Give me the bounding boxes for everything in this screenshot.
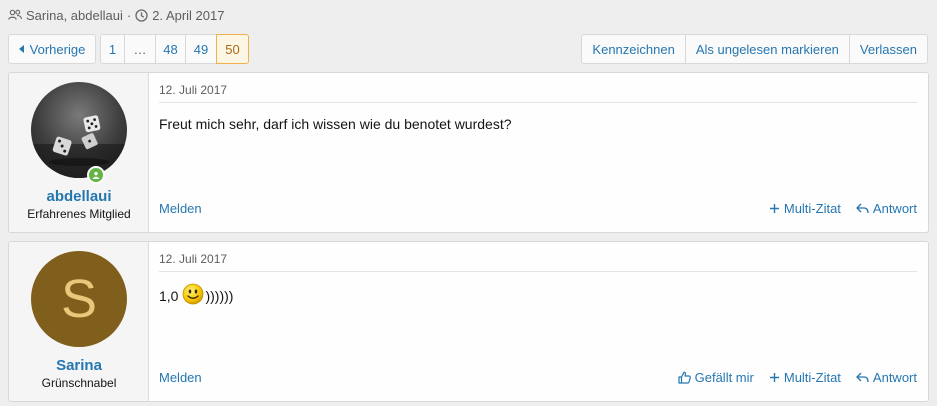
page-link-50-current[interactable]: 50	[216, 34, 249, 64]
post-date[interactable]: 12. Juli 2017	[159, 83, 917, 103]
page-jump-ellipsis[interactable]: …	[124, 34, 156, 64]
post-date[interactable]: 12. Juli 2017	[159, 252, 917, 272]
post-user-cell: S Sarina Grünschnabel	[9, 242, 149, 401]
previous-page-button[interactable]: Vorherige	[8, 34, 96, 64]
reply-label: Antwort	[872, 201, 917, 216]
clock-icon	[135, 8, 148, 22]
post-text-after: ))))))	[205, 288, 234, 304]
mark-unread-button[interactable]: Als ungelesen markieren	[684, 34, 850, 64]
thumbs-up-icon	[678, 371, 691, 384]
mark-thread-button[interactable]: Kennzeichnen	[581, 34, 686, 64]
pagination: Vorherige 1 … 48 49 50	[8, 34, 249, 64]
multi-quote-button[interactable]: Multi-Zitat	[769, 201, 841, 216]
post-content: 12. Juli 2017 1,0 )))))) Melden Gefällt …	[149, 242, 928, 401]
post: S Sarina Grünschnabel 12. Juli 2017 1,0	[8, 241, 929, 402]
post: abdellaui Erfahrenes Mitglied 12. Juli 2…	[8, 72, 929, 233]
reply-label: Antwort	[872, 370, 917, 385]
multi-quote-label: Multi-Zitat	[783, 201, 841, 216]
post-user-cell: abdellaui Erfahrenes Mitglied	[9, 73, 149, 232]
previous-page-label: Vorherige	[29, 41, 86, 57]
post-content: 12. Juli 2017 Freut mich sehr, darf ich …	[149, 73, 928, 232]
user-title: Erfahrenes Mitglied	[27, 207, 131, 221]
thread-participants[interactable]: Sarina, abdellaui	[26, 8, 123, 23]
post-message: Freut mich sehr, darf ich wissen wie du …	[159, 116, 512, 132]
user-icon	[92, 171, 100, 179]
post-username[interactable]: Sarina	[9, 357, 149, 374]
plus-icon	[769, 373, 779, 382]
smile-icon	[183, 283, 204, 305]
post-username[interactable]: abdellaui	[9, 188, 149, 205]
multi-quote-label: Multi-Zitat	[783, 370, 841, 385]
reply-button[interactable]: Antwort	[856, 201, 917, 216]
avatar-letter: S	[60, 269, 98, 329]
post-text-before: 1,0	[159, 288, 179, 304]
plus-icon	[769, 204, 779, 213]
post-message: 1,0 ))))))	[159, 283, 234, 307]
reply-button[interactable]: Antwort	[856, 370, 917, 385]
like-button[interactable]: Gefällt mir	[678, 370, 754, 385]
thread-meta: Sarina, abdellaui · 2. April 2017	[8, 7, 224, 23]
report-link[interactable]: Melden	[159, 370, 202, 385]
user-title: Grünschnabel	[41, 376, 117, 390]
reply-icon	[856, 372, 869, 383]
avatar[interactable]: S	[31, 251, 127, 347]
page-link-1[interactable]: 1	[100, 34, 125, 64]
post-footer: Melden Multi-Zitat Antwort	[159, 201, 917, 216]
meta-separator: ·	[126, 7, 132, 23]
caret-left-icon	[18, 45, 24, 53]
multi-quote-button[interactable]: Multi-Zitat	[769, 370, 841, 385]
avatar[interactable]	[31, 82, 127, 178]
post-footer: Melden Gefällt mir Multi-Zitat Antwort	[159, 370, 917, 385]
thread-actions: Kennzeichnen Als ungelesen markieren Ver…	[581, 34, 928, 64]
reply-icon	[856, 203, 869, 214]
users-icon	[8, 9, 22, 20]
leave-thread-button[interactable]: Verlassen	[848, 34, 928, 64]
report-link[interactable]: Melden	[159, 201, 202, 216]
post-text: Freut mich sehr, darf ich wissen wie du …	[159, 116, 512, 132]
online-status-indicator	[87, 166, 105, 184]
page-link-48[interactable]: 48	[155, 34, 186, 64]
like-label: Gefällt mir	[694, 370, 754, 385]
thread-start-date[interactable]: 2. April 2017	[152, 8, 224, 23]
dice-image	[31, 115, 127, 178]
page-number-group: 1 … 48 49 50	[100, 34, 249, 64]
page-link-49[interactable]: 49	[185, 34, 217, 64]
